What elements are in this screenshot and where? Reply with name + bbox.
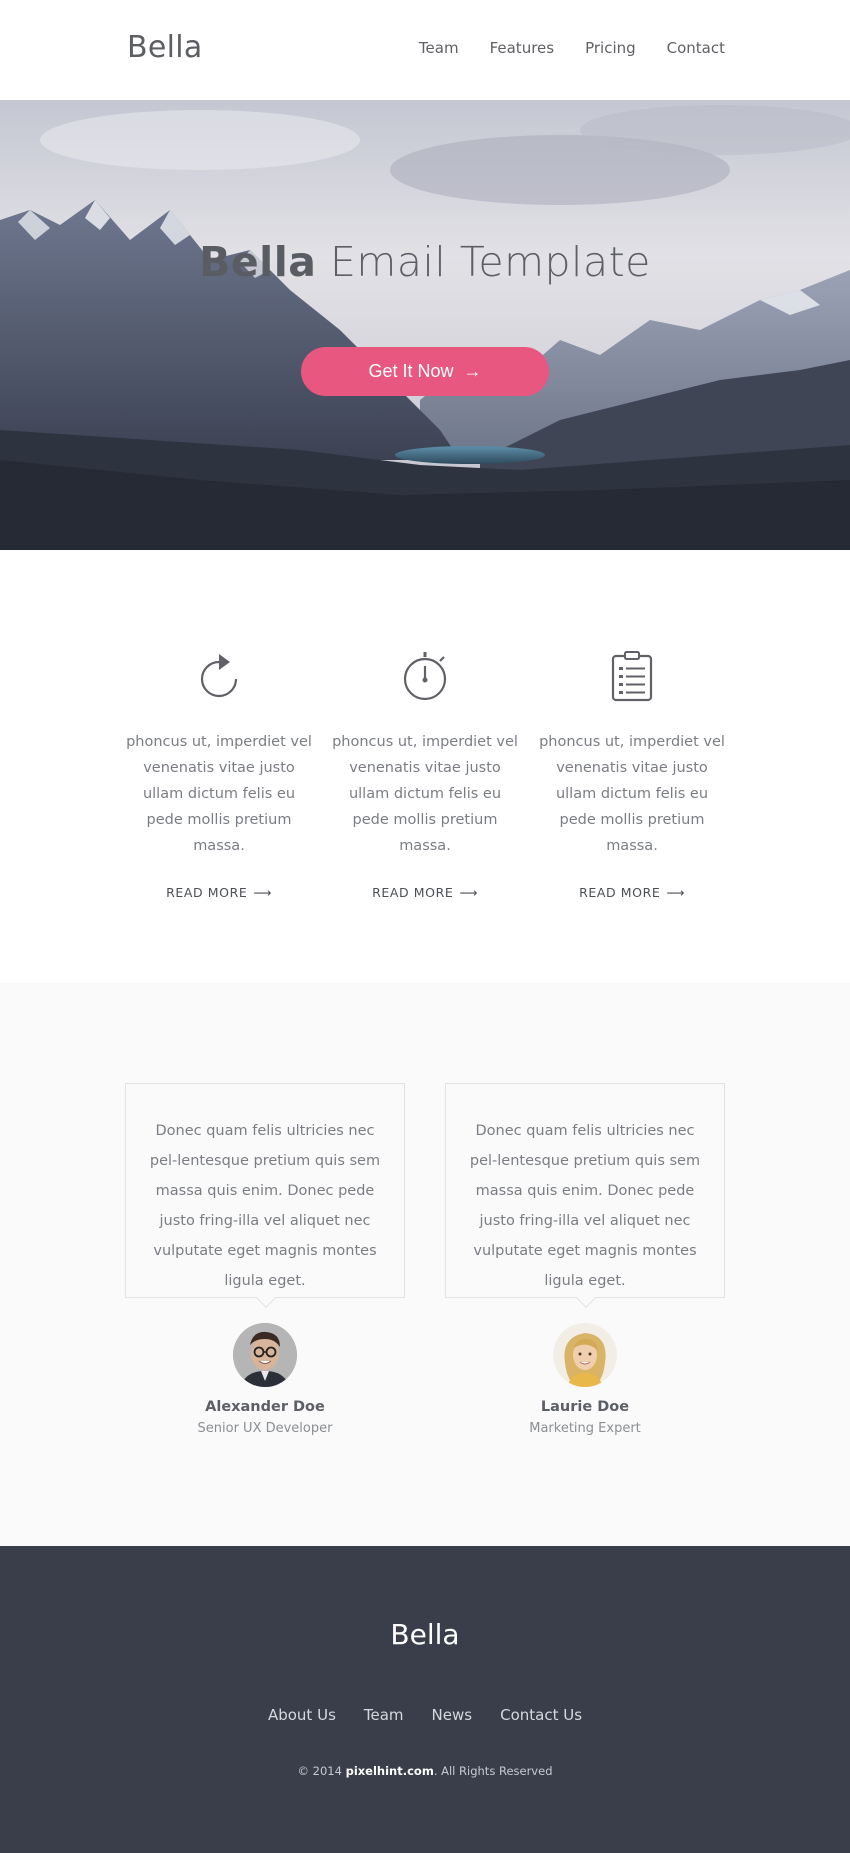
footer-link-about[interactable]: About Us	[268, 1706, 336, 1724]
main-nav: Team Features Pricing Contact	[419, 39, 725, 57]
testimonial-author: Laurie Doe Marketing Expert	[445, 1323, 725, 1436]
feature-column: phoncus ut, imperdiet vel venenatis vita…	[124, 650, 314, 901]
read-more-label: READ MORE	[372, 885, 454, 900]
feature-text: phoncus ut, imperdiet vel venenatis vita…	[539, 734, 725, 854]
footer-link-team[interactable]: Team	[364, 1706, 404, 1724]
copyright: © 2014 pixelhint.com. All Rights Reserve…	[0, 1764, 850, 1778]
footer: Bella About Us Team News Contact Us © 20…	[0, 1546, 850, 1853]
cta-label: Get It Now	[368, 361, 454, 381]
feature-column: phoncus ut, imperdiet vel venenatis vita…	[537, 650, 727, 901]
arrow-right-icon: ⟶	[253, 885, 272, 900]
nav-link-team[interactable]: Team	[419, 39, 459, 57]
footer-link-news[interactable]: News	[432, 1706, 473, 1724]
footer-nav: About Us Team News Contact Us	[0, 1706, 850, 1724]
hero-banner: Bella Email Template Get It Now →	[0, 100, 850, 550]
copyright-site-link[interactable]: pixelhint.com	[346, 1764, 434, 1778]
nav-link-contact[interactable]: Contact	[667, 39, 725, 57]
testimonial-card: Donec quam felis ultricies nec pel-lente…	[125, 1083, 405, 1308]
features-section: phoncus ut, imperdiet vel venenatis vita…	[0, 550, 850, 983]
testimonial-quote: Donec quam felis ultricies nec pel-lente…	[469, 1123, 701, 1289]
testimonial-author: Alexander Doe Senior UX Developer	[125, 1323, 405, 1436]
arrow-right-icon: →	[463, 361, 482, 381]
read-more-link[interactable]: READ MORE ⟶	[579, 885, 685, 900]
mountain-landscape-image	[0, 100, 850, 550]
copyright-suffix: . All Rights Reserved	[433, 1764, 553, 1778]
header: Bella Team Features Pricing Contact	[0, 0, 850, 100]
testimonial-quote: Donec quam felis ultricies nec pel-lente…	[149, 1123, 381, 1289]
avatar	[553, 1323, 617, 1387]
author-role: Marketing Expert	[529, 1421, 641, 1436]
read-more-label: READ MORE	[579, 885, 661, 900]
read-more-link[interactable]: READ MORE ⟶	[166, 885, 272, 900]
refresh-icon	[200, 654, 238, 698]
stopwatch-icon	[403, 652, 447, 701]
avatar	[233, 1323, 297, 1387]
arrow-right-icon: ⟶	[459, 885, 478, 900]
hero-title-light: Email Template	[330, 238, 651, 286]
footer-link-contact[interactable]: Contact Us	[500, 1706, 582, 1724]
copyright-prefix: © 2014	[297, 1764, 342, 1778]
testimonials-section: Donec quam felis ultricies nec pel-lente…	[0, 983, 850, 1546]
author-name: Laurie Doe	[540, 1399, 630, 1415]
logo[interactable]: Bella	[127, 30, 203, 65]
get-it-now-button[interactable]: Get It Now →	[301, 347, 549, 396]
feature-text: phoncus ut, imperdiet vel venenatis vita…	[332, 734, 518, 854]
hero-title-bold: Bella	[199, 238, 317, 286]
feature-column: phoncus ut, imperdiet vel venenatis vita…	[330, 650, 520, 901]
nav-link-features[interactable]: Features	[490, 39, 555, 57]
testimonial-card: Donec quam felis ultricies nec pel-lente…	[445, 1083, 725, 1308]
author-role: Senior UX Developer	[197, 1421, 333, 1436]
author-name: Alexander Doe	[205, 1399, 325, 1415]
read-more-link[interactable]: READ MORE ⟶	[372, 885, 478, 900]
hero-title: Bella Email Template	[0, 238, 850, 286]
arrow-right-icon: ⟶	[666, 885, 685, 900]
feature-text: phoncus ut, imperdiet vel venenatis vita…	[126, 734, 312, 854]
read-more-label: READ MORE	[166, 885, 248, 900]
nav-link-pricing[interactable]: Pricing	[585, 39, 636, 57]
footer-logo[interactable]: Bella	[0, 1618, 850, 1651]
clipboard-icon	[611, 651, 653, 702]
